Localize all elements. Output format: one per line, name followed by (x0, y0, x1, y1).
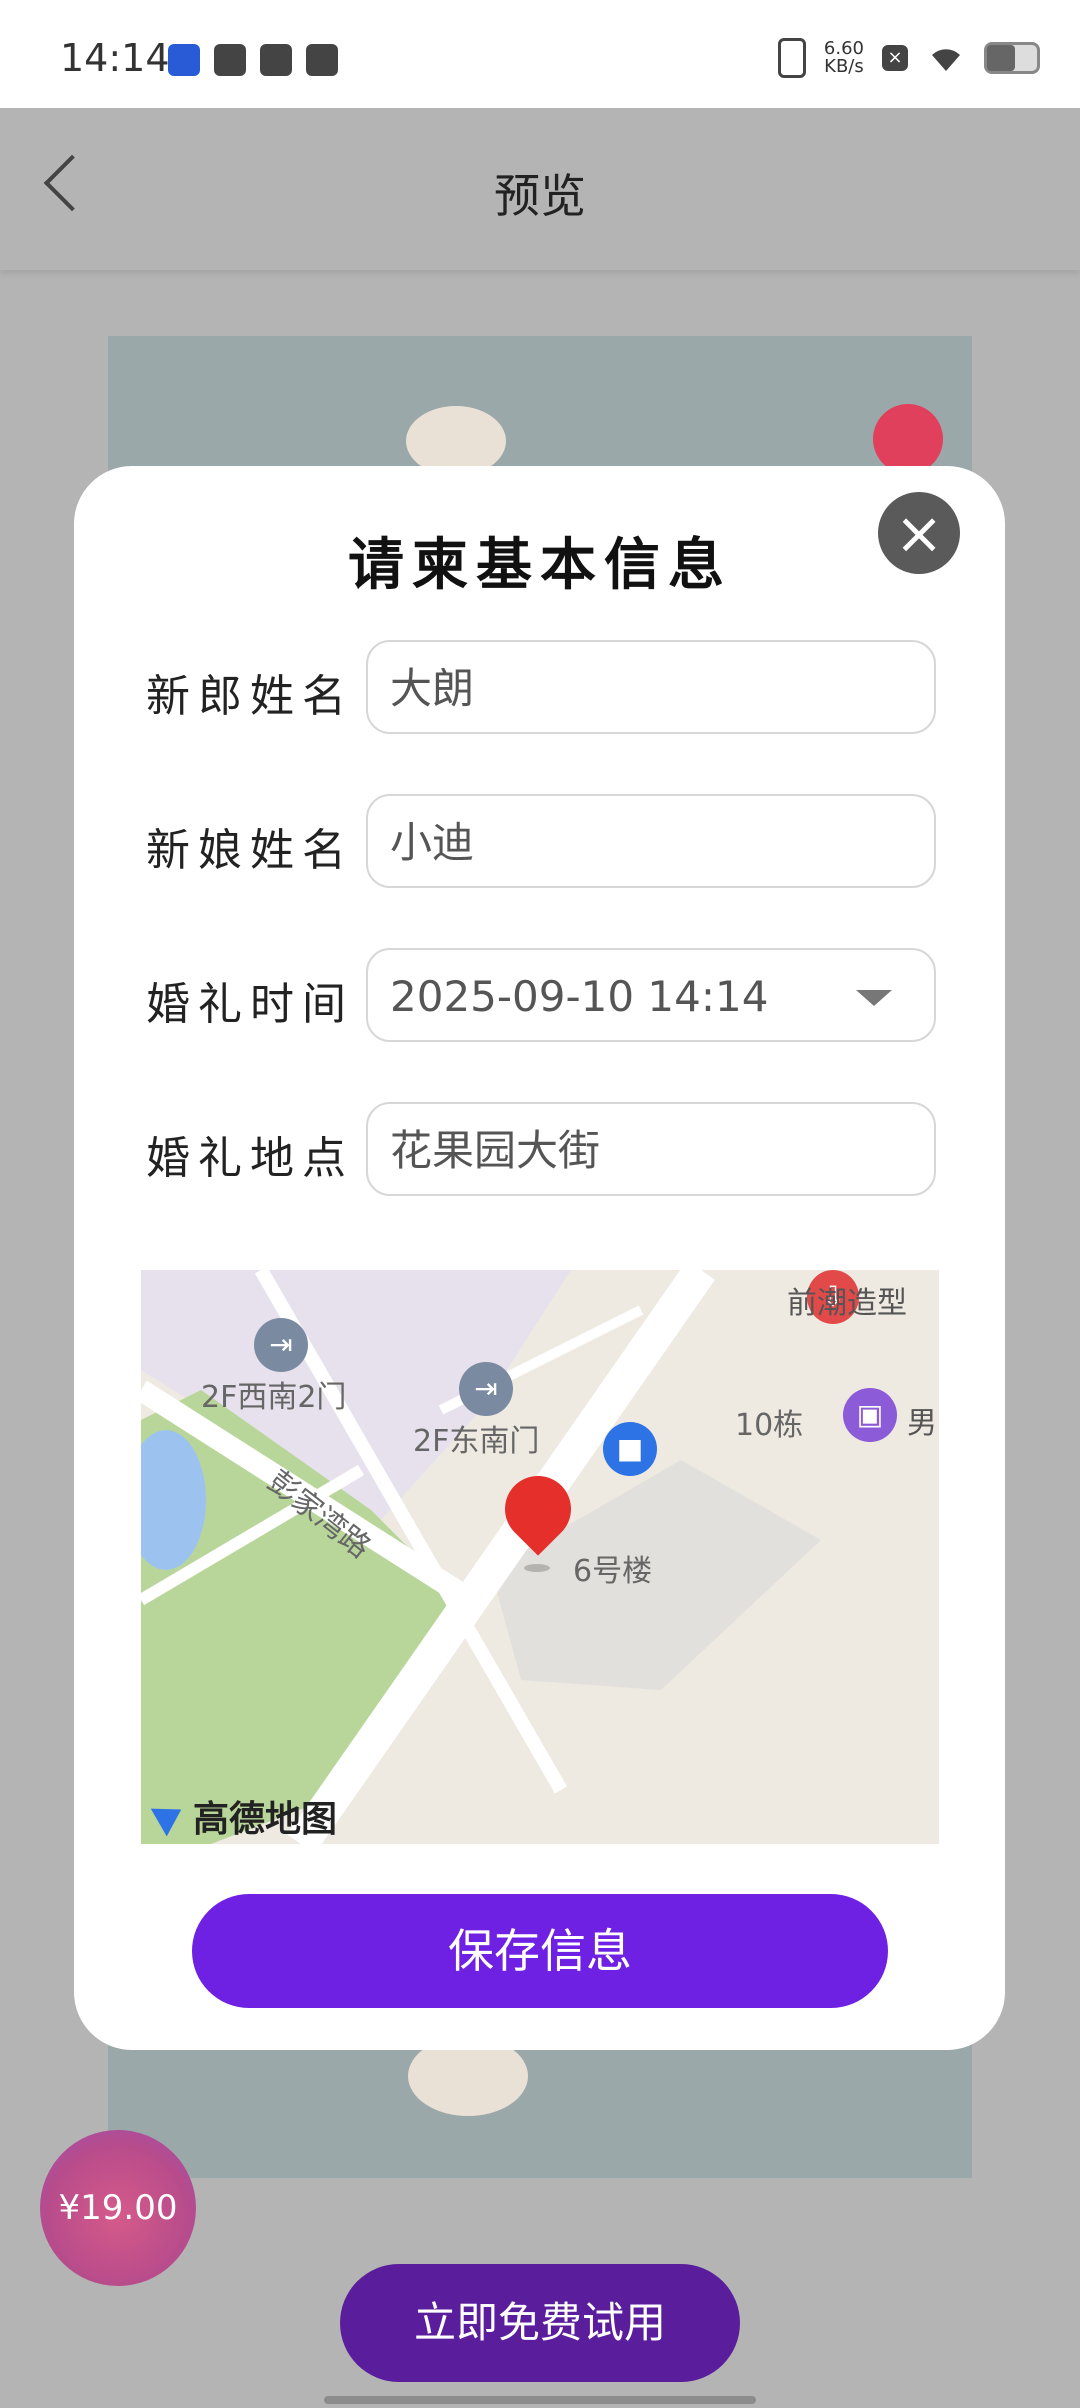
status-time: 14:14 (60, 36, 170, 80)
map-label: 10栋 (735, 1408, 804, 1443)
map-label: 2F东南门 (413, 1424, 540, 1459)
chevron-down-icon (856, 990, 892, 1006)
mail-notification-icon (214, 44, 246, 76)
entrance-icon: ⇥ (254, 1318, 308, 1372)
map-label: 6号楼 (573, 1554, 653, 1589)
wedding-place-input[interactable]: 花果园大街 (366, 1102, 936, 1196)
status-right: 6.60 KB/s × (777, 38, 1040, 78)
sim-x-icon: × (882, 45, 908, 71)
top-nav: 预览 (0, 108, 1080, 270)
wifi-icon (926, 43, 966, 73)
box-notification-icon (306, 44, 338, 76)
bride-name-label: 新娘姓名 (146, 825, 354, 876)
modal-title: 请柬基本信息 (348, 532, 732, 598)
map-label: 2F西南2门 (201, 1380, 347, 1415)
map-logo: 高德地图 (150, 1790, 338, 1842)
wedding-time-value: 2025-09-10 14:14 (390, 972, 769, 1021)
wedding-time-label: 婚礼时间 (146, 979, 354, 1030)
map-label: 男 (907, 1406, 937, 1441)
home-indicator[interactable] (324, 2396, 756, 2404)
battery-icon (984, 42, 1040, 74)
entrance-icon: ⇥ (459, 1362, 513, 1416)
notification-icons (168, 44, 338, 76)
wedding-place-label: 婚礼地点 (146, 1133, 354, 1184)
price-badge[interactable]: ¥19.00 (40, 2130, 196, 2286)
status-bar: 14:14 6.60 KB/s × (0, 0, 1080, 108)
groom-name-label: 新郎姓名 (146, 671, 354, 722)
navigation-icon (150, 1795, 190, 1837)
groom-name-input[interactable]: 大朗 (366, 640, 936, 734)
bride-name-input[interactable]: 小迪 (366, 794, 936, 888)
shop-icon: ▣ (843, 1388, 897, 1442)
page-title: 预览 (494, 169, 586, 223)
free-trial-button[interactable]: 立即免费试用 (340, 2264, 740, 2382)
wedding-time-select[interactable]: 2025-09-10 14:14 (366, 948, 936, 1042)
sync-notification-icon (260, 44, 292, 76)
map-logo-text: 高德地图 (193, 1799, 338, 1840)
vibrate-icon (777, 38, 806, 78)
network-speed: 6.60 KB/s (823, 38, 864, 77)
map-view[interactable]: ⇩ 前潮造型 ⇥ 2F西南2门 ⇥ 2F东南门 ■ 10栋 ▣ 男 彭家湾路 6… (141, 1270, 939, 1844)
save-button[interactable]: 保存信息 (192, 1894, 888, 2008)
app-notification-icon (168, 44, 200, 76)
flower-decoration (873, 404, 943, 474)
bus-stop-icon: ■ (603, 1422, 657, 1476)
map-label: 前潮造型 (787, 1286, 907, 1321)
pin-shadow (524, 1564, 550, 1572)
